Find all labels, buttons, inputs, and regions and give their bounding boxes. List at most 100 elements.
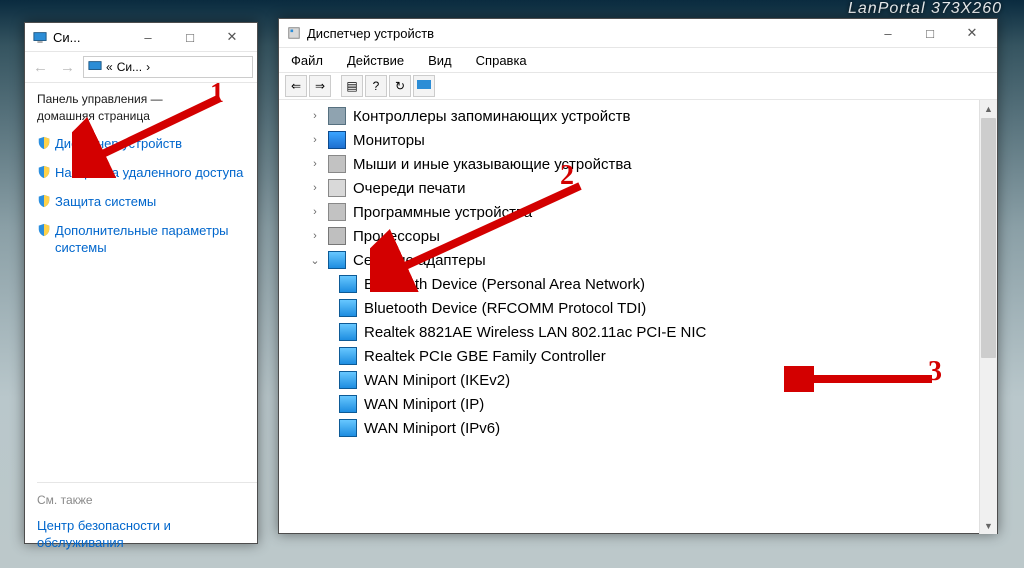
tree-device-item[interactable]: Bluetooth Device (RFCOMM Protocol TDI) (313, 296, 979, 320)
chevron-right-icon[interactable]: › (309, 182, 321, 194)
network-adapter-icon (339, 275, 357, 293)
tree-category[interactable]: › Процессоры (285, 224, 979, 248)
address-bar[interactable]: « Си... › (83, 56, 253, 78)
tree-category-label: Контроллеры запоминающих устройств (353, 108, 630, 125)
device-tree[interactable]: › Контроллеры запоминающих устройств › Мони… (279, 100, 979, 534)
tree-category[interactable]: › Очереди печати (285, 176, 979, 200)
chevron-right-icon[interactable]: › (309, 134, 321, 146)
link-remote-settings[interactable]: Настройка удаленного доступа (37, 164, 257, 181)
nav-forward-icon[interactable]: → (56, 57, 79, 78)
monitor-icon (88, 59, 102, 76)
tree-device-item[interactable]: Realtek PCIe GBE Family Controller (313, 344, 979, 368)
device-category-icon (328, 227, 346, 245)
link-security-maintenance[interactable]: Центр безопасности и обслуживания (37, 517, 249, 551)
tree-category-label: Сетевые адаптеры (353, 252, 486, 269)
breadcrumb-prefix: « (106, 60, 113, 74)
breadcrumb: Си... (117, 60, 142, 74)
tree-category-label: Программные устройства (353, 204, 532, 221)
device-category-icon (328, 107, 346, 125)
system-titlebar: Си... – □ ✕ (25, 23, 257, 52)
tree-category[interactable]: ›Мыши и иные указывающие устройства (285, 152, 979, 176)
tree-device-label: Realtek 8821AE Wireless LAN 802.11ac PCI… (364, 324, 706, 341)
menu-bar: Файл Действие Вид Справка (279, 48, 997, 73)
toolbar-help-icon[interactable]: ? (365, 75, 387, 97)
control-panel-home-heading: Панель управления — домашняя страница (37, 91, 257, 125)
maximize-button[interactable]: □ (169, 25, 211, 49)
device-category-icon (328, 203, 346, 221)
chevron-right-icon[interactable]: › (309, 158, 321, 170)
chevron-right-icon[interactable]: › (309, 110, 321, 122)
toolbar-tree-icon[interactable]: ▤ (341, 75, 363, 97)
tree-device-label: Bluetooth Device (Personal Area Network) (364, 276, 645, 293)
tree-category-label: Процессоры (353, 228, 440, 245)
menu-view[interactable]: Вид (428, 53, 452, 68)
tree-category-label: Мониторы (353, 132, 425, 149)
scrollbar[interactable]: ▲ ▼ (979, 100, 997, 534)
tree-device-label: WAN Miniport (IP) (364, 396, 484, 413)
minimize-button[interactable]: – (867, 21, 909, 45)
toolbar-refresh-icon[interactable]: ↻ (389, 75, 411, 97)
scroll-down-icon[interactable]: ▼ (980, 517, 997, 534)
network-adapter-icon (339, 371, 357, 389)
network-adapter-icon (339, 419, 357, 437)
tree-device-item[interactable]: Bluetooth Device (Personal Area Network) (313, 272, 979, 296)
devmgr-title: Диспетчер устройств (307, 26, 867, 41)
tree-category[interactable]: ⌄ Сетевые адаптеры (285, 248, 979, 272)
see-also-section: См. также Центр безопасности и обслужива… (37, 482, 257, 551)
tree-category[interactable]: › Контроллеры запоминающих устройств (285, 104, 979, 128)
toolbar-monitor-icon[interactable] (413, 75, 435, 97)
link-advanced-system-settings[interactable]: Дополнительные параметры системы (37, 222, 257, 256)
scrollbar-thumb[interactable] (981, 118, 996, 358)
tree-category[interactable]: › Программные устройства (285, 200, 979, 224)
link-text: Защита системы (55, 193, 156, 210)
devmgr-titlebar: Диспетчер устройств – □ ✕ (279, 19, 997, 48)
minimize-button[interactable]: – (127, 25, 169, 49)
menu-action[interactable]: Действие (347, 53, 404, 68)
link-device-manager[interactable]: Диспетчер устройств (37, 135, 257, 152)
device-category-icon (328, 251, 346, 269)
watermark-text: LanPortal 373X260 (848, 0, 1002, 18)
scroll-up-icon[interactable]: ▲ (980, 100, 997, 117)
system-icon (33, 30, 47, 44)
tree-device-label: WAN Miniport (IPv6) (364, 420, 500, 437)
link-system-protection[interactable]: Защита системы (37, 193, 257, 210)
chevron-right-icon[interactable]: › (309, 230, 321, 242)
tree-device-item[interactable]: WAN Miniport (IKEv2) (313, 368, 979, 392)
nav-back-icon[interactable]: ← (29, 57, 52, 78)
toolbar-forward-icon[interactable]: ⇒ (309, 75, 331, 97)
tree-device-label: Realtek PCIe GBE Family Controller (364, 348, 606, 365)
chevron-down-icon[interactable]: ⌄ (309, 254, 321, 267)
network-adapter-icon (339, 347, 357, 365)
toolbar-back-icon[interactable]: ⇐ (285, 75, 307, 97)
network-adapter-icon (339, 323, 357, 341)
chevron-right-icon[interactable]: › (309, 206, 321, 218)
close-button[interactable]: ✕ (211, 25, 253, 49)
device-category-icon (328, 155, 346, 173)
tree-device-label: Bluetooth Device (RFCOMM Protocol TDI) (364, 300, 646, 317)
maximize-button[interactable]: □ (909, 21, 951, 45)
shield-icon (37, 223, 51, 237)
link-text: Настройка удаленного доступа (55, 164, 243, 181)
chevron-right-icon: › (146, 60, 150, 74)
device-category-icon (328, 131, 346, 149)
tree-category[interactable]: › Мониторы (285, 128, 979, 152)
tree-device-item[interactable]: Realtek 8821AE Wireless LAN 802.11ac PCI… (313, 320, 979, 344)
close-button[interactable]: ✕ (951, 21, 993, 45)
network-adapter-icon (339, 299, 357, 317)
annotation-label-2: 2 (560, 160, 574, 192)
device-category-icon (328, 179, 346, 197)
menu-file[interactable]: Файл (291, 53, 323, 68)
tree-category-label: Очереди печати (353, 180, 466, 197)
shield-icon (37, 165, 51, 179)
link-text: Дополнительные параметры системы (55, 222, 257, 256)
link-text: Диспетчер устройств (55, 135, 182, 152)
shield-icon (37, 194, 51, 208)
network-adapter-icon (339, 395, 357, 413)
tree-device-item[interactable]: WAN Miniport (IPv6) (313, 416, 979, 440)
tree-device-item[interactable]: WAN Miniport (IP) (313, 392, 979, 416)
tree-device-label: WAN Miniport (IKEv2) (364, 372, 510, 389)
annotation-label-3: 3 (928, 356, 942, 388)
menu-help[interactable]: Справка (476, 53, 527, 68)
devmgr-icon (287, 26, 301, 40)
system-title: Си... (53, 30, 127, 45)
